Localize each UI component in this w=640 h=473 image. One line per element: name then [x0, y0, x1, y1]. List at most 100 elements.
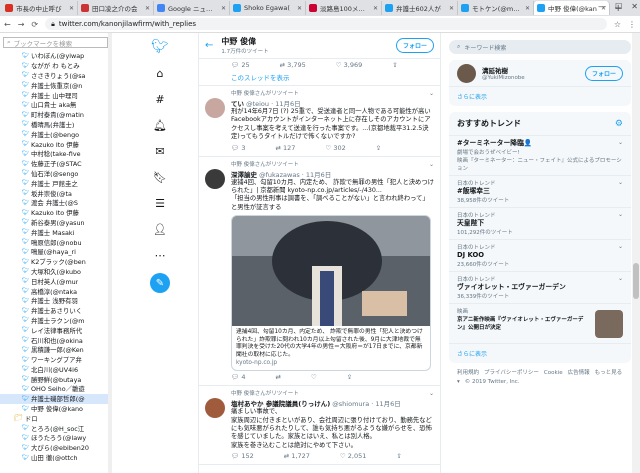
bookmark-item[interactable]: 🐦︎ Kazuko Ito 伊藤 [0, 208, 111, 218]
chevron-down-icon[interactable]: ⌄ [429, 161, 434, 168]
trend-item[interactable]: 映画 京アニ新作映画『ヴァイオレット・エヴァーガーデン』公開日が決定 [449, 304, 631, 344]
avatar[interactable] [205, 168, 225, 189]
chevron-down-icon[interactable]: ⌄ [429, 90, 434, 97]
browser-tab[interactable]: 弁護士602人が ✕ [382, 1, 458, 15]
close-tab-icon[interactable]: ✕ [69, 5, 74, 12]
reply-button[interactable]: 💬︎ 3 [231, 144, 245, 152]
bookmark-item[interactable]: 🐦︎ いわぼん(@yiwap [0, 51, 111, 61]
author-name[interactable]: 深澤諭史 [231, 171, 257, 179]
bookmark-item[interactable]: 🐦︎ 勝野鮮(@butaya [0, 374, 111, 384]
browser-tab[interactable]: 田口凌之介の会 ✕ [78, 1, 154, 15]
bookmark-item[interactable]: 🐦︎ Kazuko Ito 伊藤 [0, 139, 111, 149]
trend-item[interactable]: #ターミネーター降臨👤 劇場で会おうぜベイビー! 映画『ターミネーター：ニュー・フェ… [449, 136, 631, 176]
like-button[interactable]: ♡ [311, 373, 317, 381]
bookmark-item[interactable]: 🐦︎ 中野 俊偉(@kano [0, 404, 111, 414]
forward-icon[interactable]: → [18, 20, 25, 29]
share-icon[interactable]: ⇪ [347, 373, 352, 381]
footer-link[interactable]: © 2019 Twitter, Inc. [465, 379, 520, 385]
back-arrow-icon[interactable]: ← [205, 40, 213, 51]
bookmark-item[interactable]: 🐦︎ 坂井崇俊(@ta [0, 188, 111, 198]
share-icon[interactable]: ⇪ [392, 61, 397, 69]
bookmark-item[interactable]: 🐦︎ 弁護士あさりいく [0, 306, 111, 316]
chevron-down-icon[interactable]: ⌄ [618, 179, 623, 186]
chevron-down-icon[interactable]: ⌄ [618, 139, 623, 146]
close-tab-icon[interactable]: ✕ [221, 5, 226, 12]
bookmark-item[interactable]: 🐦︎ とろろ(@H_soc江 [0, 423, 111, 433]
bookmark-item[interactable]: 🐦︎ 高橋淳(@ntaka [0, 286, 111, 296]
close-tab-icon[interactable]: ✕ [525, 5, 530, 12]
lists-icon[interactable]: ☰ [152, 195, 168, 211]
bookmark-item[interactable]: 🐦︎ 弁護士ラクン(@m [0, 316, 111, 326]
close-tab-icon[interactable]: ✕ [145, 5, 150, 12]
maximize-icon[interactable]: ☐ [615, 2, 622, 11]
browser-tab[interactable]: モトケン(@moto ✕ [458, 1, 534, 15]
footer-link[interactable]: 利用規約 [457, 370, 479, 376]
reply-button[interactable]: 💬︎ 25 [231, 61, 250, 69]
minimize-icon[interactable]: — [598, 2, 606, 11]
bookmark-item[interactable]: 🐦︎ 橋晴馬(弁護士) [0, 120, 111, 130]
author-name[interactable]: てい [231, 100, 244, 108]
retweet-button[interactable]: ⇄ 3,795 [280, 61, 306, 69]
bookmark-item[interactable]: 🐦︎ 弁護士 Masaki [0, 227, 111, 237]
trend-item[interactable]: 日本のトレンド ヴァイオレット・エヴァーガーデン 36,339件のツイート ⌄ [449, 272, 631, 304]
bookmark-item[interactable]: 🐦︎ 山田 徹(@ottch [0, 453, 111, 463]
bookmarks-icon[interactable]: 🔖︎ [152, 169, 168, 185]
menu-icon[interactable]: ⋮ [628, 20, 636, 29]
browser-tab[interactable]: 淡路島100メート ✕ [306, 1, 382, 15]
bookmark-folder[interactable]: 📁︎ ドロ [0, 413, 111, 423]
bookmark-item[interactable]: 🐦︎ レイ法律事務所代 [0, 325, 111, 335]
messages-icon[interactable]: ✉ [152, 143, 168, 159]
bookmark-item[interactable]: 🐦︎ 大塚和久(@kubo [0, 267, 111, 277]
share-icon[interactable]: ⇪ [396, 452, 401, 460]
bookmark-item[interactable]: 🐦︎ 佐藤正子(@STAC [0, 159, 111, 169]
bookmark-item[interactable]: 🐦︎ 仙石洋(@sengo [0, 169, 111, 179]
notifications-icon[interactable]: 🔔︎ [152, 117, 168, 133]
share-icon[interactable]: ⇪ [376, 144, 381, 152]
bookmark-item[interactable]: 🐦︎ OHO Seiho／雛遊 [0, 384, 111, 394]
bookmark-item[interactable]: 🐦︎ 石川和也(@okina [0, 335, 111, 345]
close-window-icon[interactable]: ✕ [631, 2, 638, 11]
show-thread-link[interactable]: このスレッドを表示 [199, 71, 440, 86]
bookmark-search-input[interactable]: ⌕ ブックマークを検索 [3, 37, 108, 48]
tweet[interactable]: 中野 俊偉さんがリツイート ⌄ てい @teiou · 11月6日 刑が14年6月7日… [199, 86, 440, 157]
page-scrollbar[interactable] [632, 33, 640, 473]
follow-button[interactable]: フォロー [395, 38, 434, 53]
bookmark-item[interactable]: 🐦︎ 山口貴士 aka無 [0, 100, 111, 110]
tweet[interactable]: 中野 俊偉さんがリツイート ⌄ 塩村あやか 参議院議員(りっけん) @shiomur… [199, 386, 440, 466]
more-icon[interactable]: ⋯ [152, 247, 168, 263]
explore-icon[interactable]: # [152, 91, 168, 107]
bookmark-item[interactable]: 🐦︎ 弁護士(@bengo [0, 129, 111, 139]
bookmark-item[interactable]: 🐦︎ 渡会 弁護士(@S [0, 198, 111, 208]
gear-icon[interactable]: ⚙ [615, 119, 623, 129]
trend-item[interactable]: 日本のトレンド #飯塚幸三 38,958件のツイート ⌄ [449, 176, 631, 208]
bookmark-item[interactable]: 🐦︎ 黒積謙一郎(@Ken [0, 345, 111, 355]
bookmark-item[interactable]: 🐦︎ ながが わ もとみ [0, 61, 111, 71]
bookmark-item[interactable]: 🐦︎ 弁護士磯部哲郎(@ [0, 393, 111, 404]
bookmark-scrollbar[interactable] [108, 33, 112, 473]
bookmark-item[interactable]: 🐦︎ ささきりょう(@sa [0, 71, 111, 81]
footer-link[interactable]: 広告情報 [568, 370, 590, 376]
twitter-search-input[interactable]: ⌕ キーワード検索 [449, 40, 631, 54]
avatar[interactable] [205, 398, 225, 419]
bookmark-item[interactable]: 🐦︎ 町村泰貴(@matin [0, 110, 111, 120]
close-tab-icon[interactable]: ✕ [449, 5, 454, 12]
compose-tweet-button[interactable]: ✎ [150, 273, 170, 293]
bookmark-item[interactable]: 🐦︎ 鳴原信郎(@nobu [0, 237, 111, 247]
close-tab-icon[interactable]: ✕ [373, 5, 378, 12]
browser-tab[interactable]: Google ニュース ✕ [154, 1, 230, 15]
footer-link[interactable]: プライバシーポリシー [484, 370, 539, 376]
recommend-user[interactable]: 溝延祐樹 @YukiMizonobe フォロー [449, 60, 631, 87]
scrollbar-thumb[interactable] [633, 263, 639, 299]
twitter-logo-icon[interactable]: 🐦︎ [151, 39, 169, 55]
tweet[interactable]: 中野 俊偉さんがリツイート ⌄ 深澤諭史 @fukazawas · 11月6日 逮捕4… [199, 157, 440, 387]
bookmark-item[interactable]: 🐦︎ ワーキングプア弁 [0, 355, 111, 365]
chevron-down-icon[interactable]: ⌄ [618, 211, 623, 218]
see-more-trends-link[interactable]: さらに表示 [449, 344, 631, 363]
back-icon[interactable]: ← [4, 20, 11, 29]
reload-icon[interactable]: ⟳ [31, 20, 38, 29]
bookmark-item[interactable]: 🐦︎ 弁護士恢重京(@n [0, 80, 111, 90]
reply-button[interactable]: 💬︎ 4 [231, 373, 245, 381]
chevron-down-icon[interactable]: ⌄ [429, 390, 434, 397]
bookmark-item[interactable]: 🐦︎ 弁護士 戸館圭之 [0, 178, 111, 188]
follow-button[interactable]: フォロー [584, 65, 623, 81]
